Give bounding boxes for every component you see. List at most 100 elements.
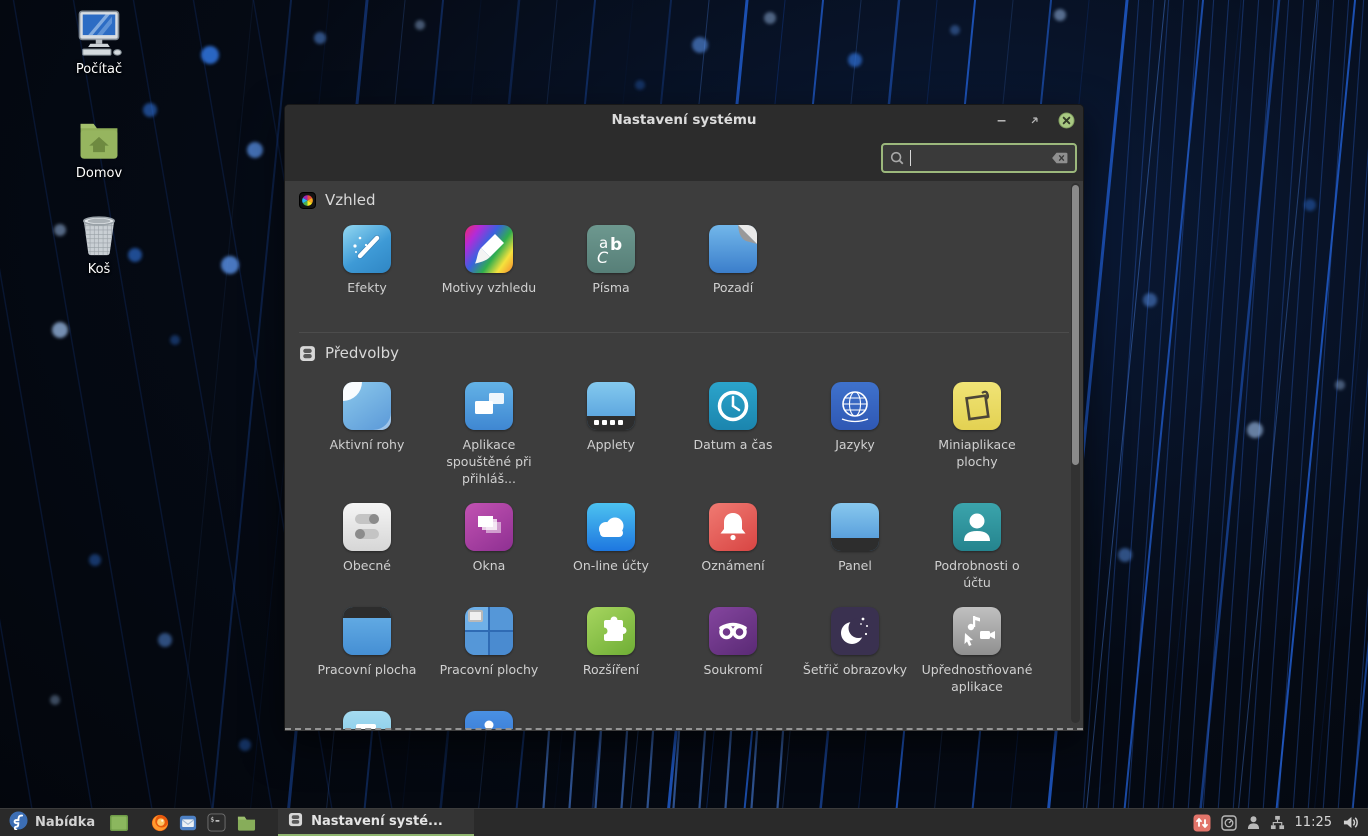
scrollbar-thumb[interactable] — [1072, 185, 1079, 465]
general-icon — [343, 503, 391, 551]
settings-item-startup-apps[interactable]: Aplikace spouštěné při přihláš... — [428, 382, 550, 487]
text-caret — [910, 150, 911, 166]
partial-a-icon — [343, 711, 391, 729]
minimize-button[interactable] — [993, 111, 1011, 129]
section-label: Předvolby — [325, 344, 399, 362]
taskbar-window-button[interactable]: Nastavení systé... — [278, 809, 474, 836]
launchers: $ — [104, 809, 262, 836]
windows-icon — [465, 503, 513, 551]
desktop-icon-trash[interactable]: Koš — [55, 208, 143, 277]
search-icon — [889, 150, 905, 166]
volume-icon[interactable] — [1342, 815, 1359, 830]
settings-item-panel[interactable]: Panel — [794, 503, 916, 591]
user-tray-icon[interactable] — [1247, 815, 1260, 830]
settings-item-partial-a[interactable] — [306, 711, 428, 729]
settings-item-label: Oznámení — [701, 557, 764, 574]
settings-item-label: Jazyky — [835, 436, 875, 453]
minimize-icon — [995, 113, 1009, 127]
desktop-icon-label: Koš — [88, 262, 111, 277]
settings-item-notifications[interactable]: Oznámení — [672, 503, 794, 591]
firefox-icon — [151, 814, 169, 832]
backgrounds-icon — [709, 225, 757, 273]
account-details-icon — [953, 503, 1001, 551]
settings-item-date-time[interactable]: Datum a čas — [672, 382, 794, 487]
settings-item-desktop[interactable]: Pracovní plocha — [306, 607, 428, 695]
settings-item-windows[interactable]: Okna — [428, 503, 550, 591]
files-launcher[interactable] — [231, 809, 262, 836]
updates-tray-icon[interactable] — [1193, 814, 1211, 832]
settings-item-label: Pozadí — [713, 279, 753, 296]
settings-item-label: Obecné — [343, 557, 391, 574]
settings-item-label: Pracovní plocha — [318, 661, 417, 678]
settings-item-extensions[interactable]: Rozšíření — [550, 607, 672, 695]
notifications-icon — [709, 503, 757, 551]
workspaces-icon — [465, 607, 513, 655]
window-titlebar[interactable]: Nastavení systému — [285, 105, 1083, 135]
languages-icon — [831, 382, 879, 430]
desktop-icon-label: Počítač — [76, 62, 122, 77]
computer-icon — [73, 8, 125, 60]
screensaver-icon — [831, 607, 879, 655]
online-accounts-icon — [587, 503, 635, 551]
clear-search-icon[interactable] — [1051, 151, 1069, 165]
settings-item-themes[interactable]: Motivy vzhledu — [428, 225, 550, 296]
window-resize-edge[interactable] — [285, 728, 1083, 731]
settings-item-label: Podrobnosti o účtu — [919, 557, 1035, 591]
section-grid-vzhled: Efekty Motivy vzhleduabCPísma Pozadí — [285, 225, 1083, 296]
taskbar-window-label: Nastavení systé... — [311, 814, 443, 829]
hot-corners-icon — [343, 382, 391, 430]
panel-icon — [831, 503, 879, 551]
close-button[interactable] — [1057, 111, 1075, 129]
settings-item-label: Upřednostňované aplikace — [919, 661, 1035, 695]
settings-item-general[interactable]: Obecné — [306, 503, 428, 591]
settings-item-label: On-line účty — [573, 557, 649, 574]
settings-item-preferred-apps[interactable]: Upřednostňované aplikace — [916, 607, 1038, 695]
mail-launcher[interactable] — [174, 809, 202, 836]
preferences-section-icon — [299, 345, 316, 362]
section-grid-predvolby: Aktivní rohy Aplikace spouštěné při přihl… — [285, 382, 1083, 729]
desklets-icon — [953, 382, 1001, 430]
firefox-launcher[interactable] — [146, 809, 174, 836]
menu-button[interactable]: Nabídka — [0, 809, 104, 836]
desktop-icon-home-folder[interactable]: Domov — [55, 112, 143, 181]
section-label: Vzhled — [325, 191, 376, 209]
reports-tray-icon[interactable] — [1221, 815, 1237, 831]
settings-item-desklets[interactable]: Miniaplikace plochy — [916, 382, 1038, 487]
settings-item-screensaver[interactable]: Šetřič obrazovky — [794, 607, 916, 695]
maximize-icon — [1028, 114, 1041, 127]
date-time-icon — [709, 382, 757, 430]
settings-item-privacy[interactable]: Soukromí — [672, 607, 794, 695]
settings-item-workspaces[interactable]: Pracovní plochy — [428, 607, 550, 695]
settings-item-fonts[interactable]: abCPísma — [550, 225, 672, 296]
settings-item-account-details[interactable]: Podrobnosti o účtu — [916, 503, 1038, 591]
settings-item-languages[interactable]: Jazyky — [794, 382, 916, 487]
desktop-icon-computer[interactable]: Počítač — [55, 8, 143, 77]
effects-icon — [343, 225, 391, 273]
show-desktop-icon — [109, 813, 129, 833]
startup-apps-icon — [465, 382, 513, 430]
extensions-icon — [587, 607, 635, 655]
settings-item-backgrounds[interactable]: Pozadí — [672, 225, 794, 296]
taskbar: Nabídka $ Nastavení systé... 11:25 — [0, 808, 1368, 836]
system-tray: 11:25 — [1193, 809, 1368, 836]
show-desktop-button[interactable] — [104, 809, 134, 836]
settings-item-online-accounts[interactable]: On-line účty — [550, 503, 672, 591]
settings-item-effects[interactable]: Efekty — [306, 225, 428, 296]
scrollbar[interactable] — [1071, 183, 1080, 723]
desktop: Počítač Domov Koš Nastavení systému — [0, 0, 1368, 836]
home-folder-icon — [73, 112, 125, 164]
settings-item-label: Efekty — [347, 279, 387, 296]
settings-item-partial-b[interactable] — [428, 711, 550, 729]
terminal-launcher[interactable]: $ — [202, 809, 231, 836]
settings-item-hot-corners[interactable]: Aktivní rohy — [306, 382, 428, 487]
settings-item-label: Aktivní rohy — [330, 436, 405, 453]
desktop-icon — [343, 607, 391, 655]
network-tray-icon[interactable] — [1270, 815, 1285, 830]
clock[interactable]: 11:25 — [1295, 815, 1332, 830]
appearance-section-icon — [299, 192, 316, 209]
settings-window-icon — [288, 812, 303, 831]
settings-item-applets[interactable]: Applety — [550, 382, 672, 487]
section-header-vzhled: Vzhled — [299, 189, 1083, 211]
search-input[interactable] — [881, 143, 1077, 173]
maximize-button[interactable] — [1025, 111, 1043, 129]
